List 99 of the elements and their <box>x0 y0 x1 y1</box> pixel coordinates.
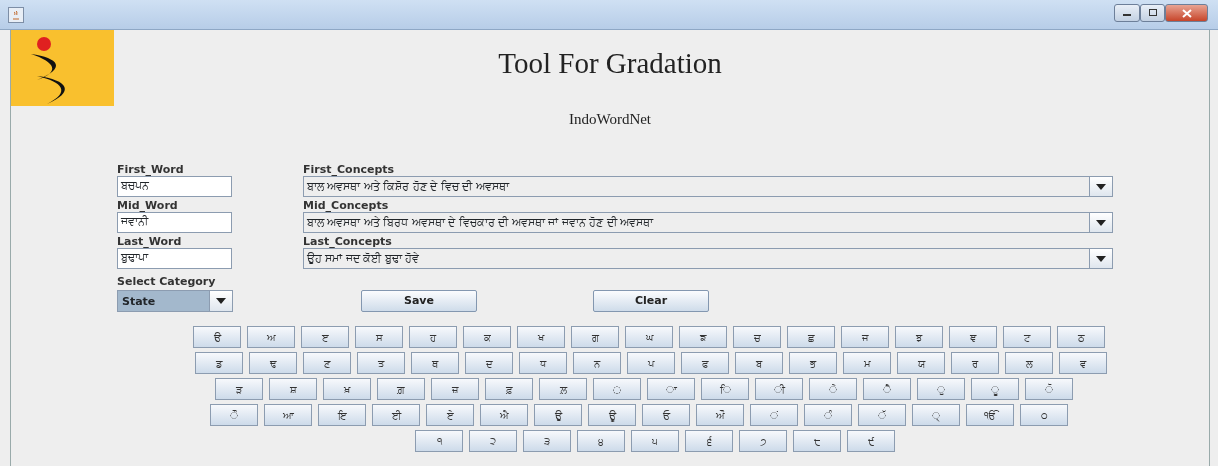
maximize-button[interactable] <box>1140 4 1165 22</box>
field-label: Select Category <box>117 275 217 288</box>
keyboard-key[interactable]: ਉ <box>534 404 582 426</box>
keyboard-key[interactable]: ੯ <box>847 430 895 452</box>
keyboard-key[interactable]: ਣ <box>303 352 351 374</box>
keyboard-key[interactable]: ਏ <box>426 404 474 426</box>
keyboard-key[interactable]: ੫ <box>631 430 679 452</box>
word-field[interactable]: ਬੁਢਾਪਾ <box>117 248 232 269</box>
keyboard-key[interactable]: ੴ <box>966 404 1014 426</box>
keyboard-key[interactable]: ੜ <box>215 378 263 400</box>
keyboard-key[interactable]: ਫ਼ <box>485 378 533 400</box>
keyboard-key[interactable]: ਅ <box>247 326 295 348</box>
field-label: Last_Concepts <box>303 235 393 248</box>
minimize-button[interactable] <box>1114 4 1140 22</box>
keyboard-key[interactable]: ਓ <box>642 404 690 426</box>
keyboard-key[interactable]: ਜ <box>841 326 889 348</box>
keyboard-key[interactable]: ੦ <box>1020 404 1068 426</box>
keyboard-key[interactable]: ਛ <box>787 326 835 348</box>
keyboard-key[interactable]: ਥ <box>411 352 459 374</box>
keyboard-key[interactable]: ਢ <box>249 352 297 374</box>
close-icon <box>1181 8 1192 18</box>
keyboard-key[interactable]: ੈ <box>863 378 911 400</box>
keyboard-key[interactable]: ਪ <box>627 352 675 374</box>
keyboard-key[interactable]: ਸ਼ <box>269 378 317 400</box>
keyboard-key[interactable]: ਡ <box>195 352 243 374</box>
keyboard-key[interactable]: ਫ <box>681 352 729 374</box>
keyboard-key[interactable]: ਧ <box>519 352 567 374</box>
concept-dropdown[interactable]: ਬਾਲ ਅਵਸਥਾ ਅਤੇ ਬਿਰਧ ਅਵਸਥਾ ਦੇ ਵਿਚਕਾਰ ਦੀ ਅਵਸਥਾ ਜਾਂ ਜਵਾਨ ਹੋਣ ਦੀ ਅਵਸਥਾ <box>303 212 1113 233</box>
keyboard-key[interactable]: ਮ <box>843 352 891 374</box>
keyboard-key[interactable]: ੰ <box>804 404 852 426</box>
keyboard-key[interactable]: ਗ਼ <box>377 378 425 400</box>
action-button[interactable]: Save <box>361 290 477 312</box>
keyboard-key[interactable]: ੮ <box>793 430 841 452</box>
keyboard-key[interactable]: ੍ <box>912 404 960 426</box>
keyboard-key[interactable]: ੬ <box>685 430 733 452</box>
keyboard-key[interactable]: ਾ <box>647 378 695 400</box>
keyboard-key[interactable]: ੱ <box>858 404 906 426</box>
field-label: Last_Word <box>117 235 183 248</box>
keyboard-key[interactable]: ੀ <box>755 378 803 400</box>
keyboard-key[interactable]: ਝ <box>895 326 943 348</box>
maximize-icon <box>1147 9 1158 17</box>
category-dropdown[interactable]: State <box>117 290 233 312</box>
keyboard-key[interactable]: ਔ <box>696 404 744 426</box>
keyboard-key[interactable]: ਿ <box>701 378 749 400</box>
action-button[interactable]: Clear <box>593 290 709 312</box>
keyboard-key[interactable]: ਲ <box>1005 352 1053 374</box>
field-label: First_Word <box>117 163 185 176</box>
keyboard-key[interactable]: ਯ <box>897 352 945 374</box>
word-field[interactable]: ਜਵਾਨੀ <box>117 212 232 233</box>
concept-dropdown[interactable]: ਬਾਲ ਅਵਸਥਾ ਅਤੇ ਕਿਸ਼ੋਰ ਹੋਣ ਦੇ ਵਿਚ ਦੀ ਅਵਸਥਾ <box>303 176 1113 197</box>
field-label: Mid_Word <box>117 199 179 212</box>
keyboard-key[interactable]: ਲ਼ <box>539 378 587 400</box>
keyboard-key[interactable]: ਗ <box>571 326 619 348</box>
keyboard-key[interactable]: ਠ <box>1057 326 1105 348</box>
keyboard-key[interactable]: ੋ <box>1025 378 1073 400</box>
keyboard-key[interactable]: ਖ਼ <box>323 378 371 400</box>
keyboard-key[interactable]: ਙ <box>679 326 727 348</box>
keyboard-key[interactable]: ਆ <box>264 404 312 426</box>
app-icon <box>8 7 24 23</box>
keyboard-key[interactable]: ੲ <box>301 326 349 348</box>
keyboard-key[interactable]: ੳ <box>193 326 241 348</box>
keyboard-key[interactable]: ਦ <box>465 352 513 374</box>
keyboard-key[interactable]: ੇ <box>809 378 857 400</box>
concept-dropdown[interactable]: ਉਹ ਸਮਾਂ ਜਦ ਕੋਈ ਬੁਢਾ ਹੋਵੇ <box>303 248 1113 269</box>
word-field[interactable]: ਬਚਪਨ <box>117 176 232 197</box>
keyboard-key[interactable]: ਰ <box>951 352 999 374</box>
keyboard-key[interactable]: ੭ <box>739 430 787 452</box>
keyboard-key[interactable]: ੪ <box>577 430 625 452</box>
keyboard-key[interactable]: ੧ <box>415 430 463 452</box>
keyboard-key[interactable]: ੂ <box>971 378 1019 400</box>
keyboard-key[interactable]: ਈ <box>372 404 420 426</box>
keyboard-key[interactable]: ਘ <box>625 326 673 348</box>
field-label: Mid_Concepts <box>303 199 390 212</box>
keyboard-key[interactable]: ਜ਼ <box>431 378 479 400</box>
app-title: Tool For Gradation <box>498 46 722 81</box>
keyboard-key[interactable]: ੁ <box>917 378 965 400</box>
keyboard-key[interactable]: ਵ <box>1059 352 1107 374</box>
keyboard-key[interactable]: ਭ <box>789 352 837 374</box>
keyboard-key[interactable]: ੩ <box>523 430 571 452</box>
keyboard-key[interactable]: ਞ <box>949 326 997 348</box>
field-label: First_Concepts <box>303 163 396 176</box>
keyboard-key[interactable]: ◌ <box>593 378 641 400</box>
app-subtitle: IndoWordNet <box>568 109 652 129</box>
keyboard-key[interactable]: ੌ <box>210 404 258 426</box>
keyboard-key[interactable]: ਤ <box>357 352 405 374</box>
keyboard-key[interactable]: ਇ <box>318 404 366 426</box>
keyboard-key[interactable]: ਖ <box>517 326 565 348</box>
keyboard-key[interactable]: ਐ <box>480 404 528 426</box>
keyboard-key[interactable]: ਬ <box>735 352 783 374</box>
keyboard-key[interactable]: ਂ <box>750 404 798 426</box>
keyboard-key[interactable]: ੨ <box>469 430 517 452</box>
keyboard-key[interactable]: ਸ <box>355 326 403 348</box>
keyboard-key[interactable]: ਨ <box>573 352 621 374</box>
keyboard-key[interactable]: ਹ <box>409 326 457 348</box>
close-button[interactable] <box>1165 4 1208 22</box>
keyboard-key[interactable]: ਊ <box>588 404 636 426</box>
keyboard-key[interactable]: ਟ <box>1003 326 1051 348</box>
keyboard-key[interactable]: ਕ <box>463 326 511 348</box>
keyboard-key[interactable]: ਚ <box>733 326 781 348</box>
